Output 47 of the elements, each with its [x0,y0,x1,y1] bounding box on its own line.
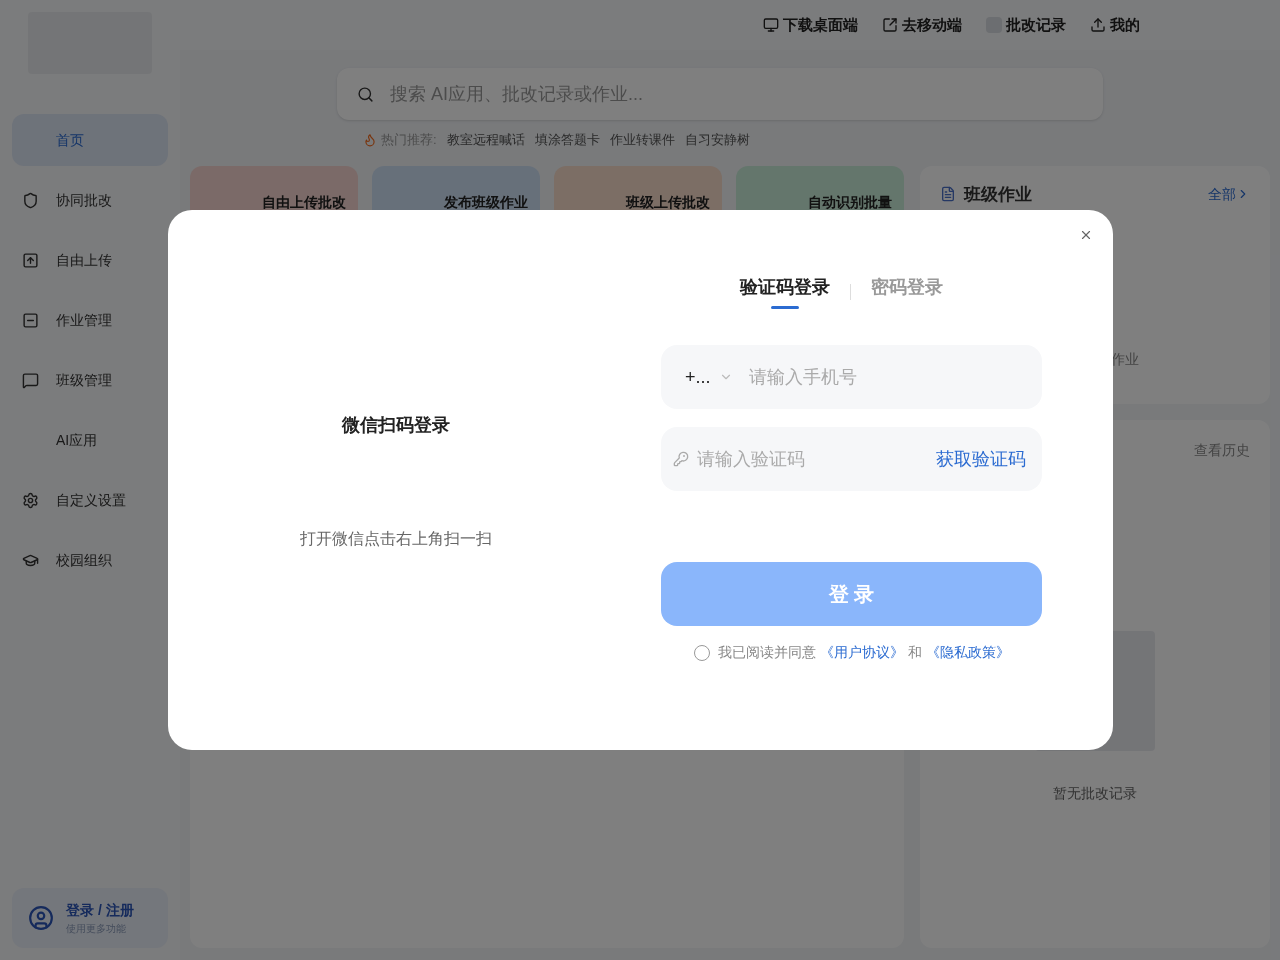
get-code-link[interactable]: 获取验证码 [936,445,1026,473]
empty-text: 暂无批改记录 [1053,783,1137,803]
login-register-title: 登录 / 注册 [66,901,134,920]
user-agreement-link[interactable]: 《用户协议》 [819,642,904,663]
upload-icon [1090,17,1106,33]
privacy-policy-link[interactable]: 《隐私政策》 [925,642,1010,663]
sidebar-item[interactable]: AI应用 [12,414,168,466]
country-code-select[interactable]: +... [685,363,733,391]
sidebar-item[interactable]: 自定义设置 [12,474,168,526]
class-homework-title: 班级作业 [940,181,1032,207]
top-nav-link[interactable]: 批改记录 [986,13,1066,37]
nav-icon [21,311,39,329]
nav-icon [21,251,39,269]
view-all-link[interactable]: 全部 [1208,183,1250,205]
user-icon [28,905,54,931]
nav-icon [21,191,39,209]
hot-link[interactable]: 教室远程喊话 [446,130,525,150]
nav-icon [21,491,39,509]
top-nav-link[interactable]: 下载桌面端 [763,13,858,37]
sidebar-item[interactable]: 班级管理 [12,354,168,406]
close-icon [1079,228,1093,242]
hot-link[interactable]: 作业转课件 [609,130,675,150]
monitor-icon [763,17,779,33]
phone-field[interactable]: +... 请输入手机号 [661,345,1042,409]
document-icon [940,186,956,203]
top-nav-link[interactable]: 去移动端 [882,13,962,37]
wechat-login-title: 微信扫码登录 [342,414,450,437]
hot-link[interactable]: 自习安静树 [684,130,750,150]
hot-link[interactable]: 填涂答题卡 [534,130,600,150]
nav-icon [21,371,39,389]
login-tab[interactable]: 验证码登录 [740,274,830,309]
agreement-text: 我已阅读并同意 [717,643,816,662]
sidebar-item[interactable]: 首页 [12,114,168,166]
top-nav-link[interactable]: 我的 [1090,13,1140,37]
search-icon [357,85,374,103]
login-tab[interactable]: 密码登录 [871,274,943,309]
view-history-link[interactable]: 查看历史 [1194,439,1250,461]
code-field[interactable]: 请输入验证码 获取验证码 [661,427,1042,491]
and-text: 和 [907,643,922,662]
sidebar-item[interactable]: 自由上传 [12,234,168,286]
sidebar-item[interactable]: 作业管理 [12,294,168,346]
wechat-login-hint: 打开微信点击右上角扫一扫 [300,529,492,549]
external-link-icon [882,17,898,33]
key-icon [673,451,689,467]
flame-icon [363,132,377,147]
sidebar-item[interactable]: 校园组织 [12,534,168,586]
sidebar-item[interactable]: 协同批改 [12,174,168,226]
